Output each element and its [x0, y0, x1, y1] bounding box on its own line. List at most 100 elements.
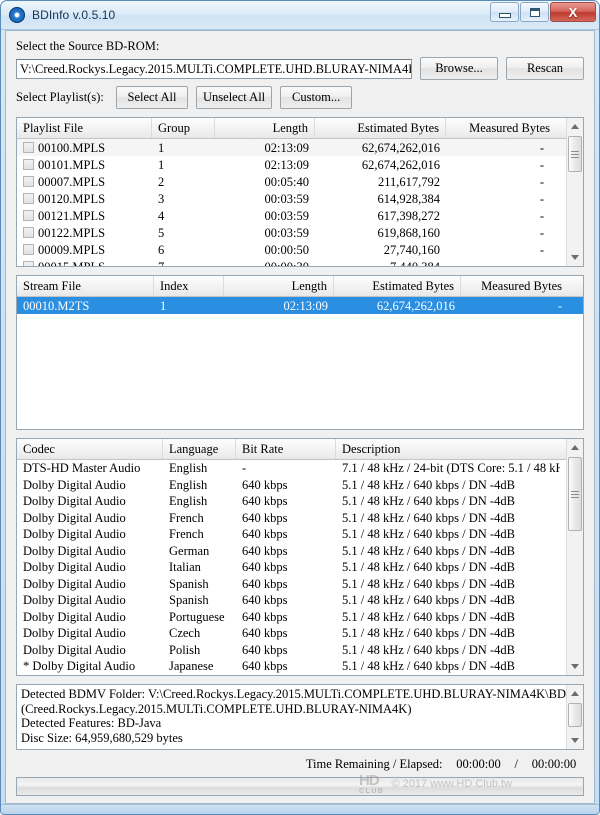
- playlist-length-cell: 00:05:40: [264, 174, 309, 189]
- playlist-checkbox[interactable]: [23, 142, 34, 153]
- column-codec[interactable]: Codec: [17, 439, 163, 459]
- codec-bitrate-cell: 640 kbps: [242, 576, 288, 591]
- time-elapsed-value: 00:00:00: [531, 757, 577, 771]
- codec-language-cell: French: [169, 527, 204, 542]
- playlist-measured-cell: -: [539, 157, 544, 172]
- codec-row[interactable]: Dolby Digital Audio Spanish 640 kbps 5.1 / …: [17, 592, 583, 609]
- scroll-thumb[interactable]: [568, 136, 582, 172]
- time-label: Time Remaining / Elapsed:: [305, 757, 443, 771]
- column-playlist-file[interactable]: Playlist File: [17, 118, 152, 138]
- codec-row[interactable]: Dolby Digital Audio French 640 kbps 5.1 / 4…: [17, 510, 583, 527]
- codec-language-cell: Portuguese: [169, 609, 225, 624]
- playlist-checkbox[interactable]: [23, 261, 34, 266]
- select-all-button[interactable]: Select All: [116, 86, 188, 109]
- bdinfo-window: BDInfo v.0.5.10 X Select the Source BD-R…: [0, 0, 600, 815]
- codec-row[interactable]: Dolby Digital Audio Czech 640 kbps 5.1 / 48…: [17, 625, 583, 642]
- time-status-row: Time Remaining / Elapsed: 00:00:00 / 00:…: [16, 757, 584, 772]
- playlist-row[interactable]: 00100.MPLS 1 02:13:09 62,674,262,016 -: [17, 139, 583, 156]
- column-bit-rate[interactable]: Bit Rate: [236, 439, 336, 459]
- playlist-file-cell: 00121.MPLS: [17, 208, 152, 224]
- codec-row[interactable]: DTS-HD Master Audio English - 7.1 / 48 kHz …: [17, 460, 583, 477]
- playlist-group-cell: 1: [158, 157, 165, 172]
- codec-scroll-up-icon[interactable]: [567, 439, 583, 456]
- playlist-row[interactable]: 00101.MPLS 1 02:13:09 62,674,262,016 -: [17, 156, 583, 173]
- playlist-checkbox[interactable]: [23, 193, 34, 204]
- playlist-checkbox[interactable]: [23, 159, 34, 170]
- column-group[interactable]: Group: [152, 118, 215, 138]
- codec-row[interactable]: Dolby Digital Audio Polish 640 kbps 5.1 / 4…: [17, 642, 583, 659]
- codec-row[interactable]: Dolby Digital Audio Portuguese 640 kbps 5.1…: [17, 609, 583, 626]
- close-button[interactable]: X: [550, 2, 596, 22]
- playlist-row[interactable]: 00015.MPLS 7 00:00:30 7,440,384 -: [17, 258, 583, 267]
- playlist-row[interactable]: 00009.MPLS 6 00:00:50 27,740,160 -: [17, 241, 583, 258]
- playlist-checkbox[interactable]: [23, 227, 34, 238]
- codec-row[interactable]: Dolby Digital Audio German 640 kbps 5.1 / 4…: [17, 543, 583, 560]
- column-index[interactable]: Index: [154, 276, 224, 296]
- playlist-checkbox[interactable]: [23, 210, 34, 221]
- codec-bitrate-cell: 640 kbps: [242, 543, 288, 558]
- browse-button[interactable]: Browse...: [420, 57, 498, 80]
- column-length[interactable]: Length: [215, 118, 315, 138]
- time-remaining-value: 00:00:00: [456, 757, 501, 771]
- codec-bitrate-cell: 640 kbps: [242, 593, 288, 608]
- codec-name-cell: Dolby Digital Audio: [23, 560, 126, 575]
- column-stream-estimated-bytes[interactable]: Estimated Bytes: [334, 276, 461, 296]
- playlist-length-cell: 02:13:09: [264, 140, 309, 155]
- playlist-checkbox[interactable]: [23, 244, 34, 255]
- scroll-up-icon[interactable]: [567, 118, 583, 135]
- playlist-estimated-cell: 617,398,272: [377, 208, 441, 223]
- column-estimated-bytes[interactable]: Estimated Bytes: [315, 118, 446, 138]
- playlist-group-cell: 5: [158, 225, 165, 240]
- stream-row[interactable]: 00010.M2TS 1 02:13:09 62,674,262,016 -: [17, 297, 583, 314]
- source-label: Select the Source BD-ROM:: [16, 39, 160, 53]
- codec-name-cell: Dolby Digital Audio: [23, 609, 126, 624]
- codec-row[interactable]: Dolby Digital Audio Italian 640 kbps 5.1 / …: [17, 559, 583, 576]
- codec-language-cell: Polish: [169, 642, 201, 657]
- log-scroll-thumb[interactable]: [568, 703, 582, 727]
- playlist-file-name: 00015.MPLS: [38, 259, 106, 267]
- column-language[interactable]: Language: [163, 439, 236, 459]
- codec-row[interactable]: Dolby Digital Audio English 640 kbps 5.1 / …: [17, 477, 583, 494]
- codec-name-cell: Dolby Digital Audio: [23, 576, 126, 591]
- playlist-file-name: 00009.MPLS: [38, 242, 106, 257]
- playlist-row[interactable]: 00122.MPLS 5 00:03:59 619,868,160 -: [17, 224, 583, 241]
- source-path-input[interactable]: V:\Creed.Rockys.Legacy.2015.MULTi.COMPLE…: [16, 58, 412, 79]
- codec-row[interactable]: Dolby Digital Audio Spanish 640 kbps 5.1 / …: [17, 576, 583, 593]
- column-measured-bytes[interactable]: Measured Bytes: [446, 118, 556, 138]
- codec-scroll-down-icon[interactable]: [567, 658, 583, 675]
- scroll-down-icon[interactable]: [567, 249, 583, 266]
- playlist-row[interactable]: 00121.MPLS 4 00:03:59 617,398,272 -: [17, 207, 583, 224]
- client-area: Select the Source BD-ROM: V:\Creed.Rocky…: [5, 30, 595, 814]
- playlist-scrollbar[interactable]: [566, 118, 583, 266]
- log-scroll-up-icon[interactable]: [567, 685, 583, 702]
- column-description[interactable]: Description: [336, 439, 560, 459]
- codec-name-cell: Dolby Digital Audio: [23, 593, 126, 608]
- codec-scroll-thumb[interactable]: [568, 457, 582, 531]
- unselect-all-button[interactable]: Unselect All: [196, 86, 273, 109]
- column-stream-file[interactable]: Stream File: [17, 276, 154, 296]
- window-title: BDInfo v.0.5.10: [32, 8, 116, 22]
- maximize-button[interactable]: [520, 2, 549, 22]
- codec-row[interactable]: Dolby Digital Audio English 640 kbps 5.1 / …: [17, 493, 583, 510]
- codec-bitrate-cell: 640 kbps: [242, 527, 288, 542]
- column-stream-length[interactable]: Length: [224, 276, 334, 296]
- playlist-file-cell: 00015.MPLS: [17, 259, 152, 267]
- playlist-estimated-cell: 62,674,262,016: [361, 140, 440, 155]
- log-scroll-down-icon[interactable]: [567, 732, 583, 749]
- detection-log[interactable]: Detected BDMV Folder: V:\Creed.Rockys.Le…: [16, 684, 584, 750]
- codec-row[interactable]: * Dolby Digital Audio Japanese 640 kbps 5.1…: [17, 658, 583, 675]
- playlist-estimated-cell: 62,674,262,016: [361, 157, 440, 172]
- rescan-button[interactable]: Rescan: [506, 57, 584, 80]
- playlist-row[interactable]: 00007.MPLS 2 00:05:40 211,617,792 -: [17, 173, 583, 190]
- column-stream-measured-bytes[interactable]: Measured Bytes: [461, 276, 568, 296]
- playlist-row[interactable]: 00120.MPLS 3 00:03:59 614,928,384 -: [17, 190, 583, 207]
- codec-bitrate-cell: 640 kbps: [242, 659, 288, 674]
- codec-scrollbar[interactable]: [566, 439, 583, 675]
- playlist-checkbox[interactable]: [23, 176, 34, 187]
- minimize-button[interactable]: [490, 2, 519, 22]
- codec-row[interactable]: * Presentation GraphicsJapanese-: [17, 675, 583, 676]
- playlist-length-cell: 00:00:30: [264, 259, 309, 267]
- custom-button[interactable]: Custom...: [280, 86, 353, 109]
- log-scrollbar[interactable]: [566, 685, 583, 749]
- codec-row[interactable]: Dolby Digital Audio French 640 kbps 5.1 / 4…: [17, 526, 583, 543]
